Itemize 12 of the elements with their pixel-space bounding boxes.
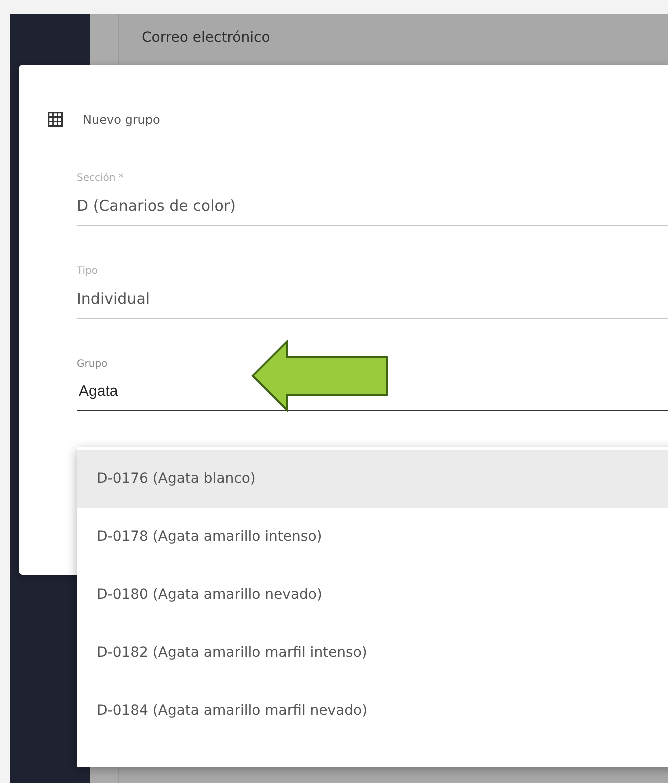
dropdown-option[interactable]: D-0180 (Agata amarillo nevado): [77, 566, 668, 624]
field-label: Correo electrónico: [142, 30, 270, 46]
dropdown-option[interactable]: D-0178 (Agata amarillo intenso): [77, 508, 668, 566]
table-icon: [48, 112, 63, 127]
select-field[interactable]: Grupo Agata: [77, 359, 118, 400]
select-field[interactable]: Sección * D (Canarios de color): [77, 173, 236, 215]
arrow-annotation-icon: [251, 340, 391, 412]
dialog-title: Nuevo grupo: [83, 112, 160, 126]
dropdown-option[interactable]: D-0184 (Agata amarillo marfil nevado): [77, 682, 668, 740]
dropdown-option[interactable]: D-0176 (Agata blanco): [77, 450, 668, 508]
select-field[interactable]: Tipo Individual: [77, 266, 150, 308]
dropdown-option[interactable]: D-0182 (Agata amarillo marfil intenso): [77, 624, 668, 682]
